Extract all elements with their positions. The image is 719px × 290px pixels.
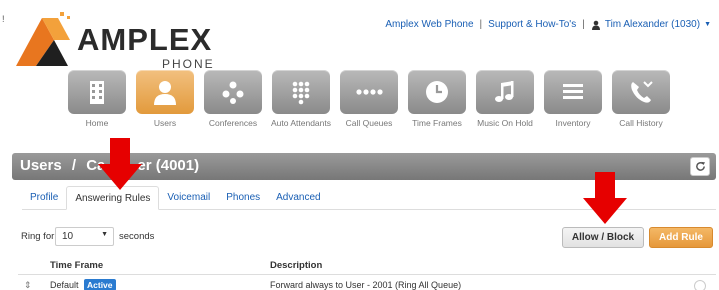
nav-item-call-history[interactable]: Call History (607, 70, 675, 128)
ring-for-label: Ring for (21, 231, 55, 242)
user-icon (591, 20, 600, 30)
column-header-time-frame: Time Frame (50, 260, 104, 271)
header-links: Amplex Web Phone | Support & How-To's | … (385, 19, 711, 30)
keypad-icon (272, 70, 330, 114)
building-icon (68, 70, 126, 114)
link-separator: | (582, 19, 585, 30)
nav-item-auto-attendants[interactable]: Auto Attendants (267, 70, 335, 128)
ring-seconds-value: 10 (62, 231, 74, 242)
nav-label: Users (153, 118, 177, 128)
nav-label: Conferences (208, 118, 258, 128)
user-name: Tim Alexander (1030) (604, 19, 701, 30)
drag-handle-icon[interactable]: ⇕ (24, 280, 32, 290)
logo-wordmark: AMPLEX (77, 22, 213, 57)
nav-label: Music On Hold (477, 118, 533, 128)
red-arrow-icon (583, 172, 627, 224)
nav-item-users[interactable]: Users (131, 70, 199, 128)
refresh-button[interactable] (690, 157, 710, 176)
caret-down-icon: ▼ (704, 21, 711, 28)
nav-item-home[interactable]: Home (63, 70, 131, 128)
caret-down-icon: ▼ (101, 231, 108, 238)
allow-block-button[interactable]: Allow / Block (562, 227, 644, 248)
queue-dots-icon (340, 70, 398, 114)
nav-label: Call Queues (345, 118, 393, 128)
logo-mark-icon (16, 12, 70, 66)
main-nav: Home Users Conferences Auto Attendants C… (63, 70, 675, 128)
row-action-circle-icon[interactable] (694, 280, 706, 290)
nav-item-inventory[interactable]: Inventory (539, 70, 607, 128)
nav-label: Time Frames (412, 118, 462, 128)
tab-phones[interactable]: Phones (218, 186, 268, 210)
clock-icon (408, 70, 466, 114)
breadcrumb-users[interactable]: Users (20, 157, 62, 174)
tab-voicemail[interactable]: Voicemail (159, 186, 218, 210)
status-badge: Active (84, 279, 116, 290)
tab-advanced[interactable]: Advanced (268, 186, 328, 210)
tab-profile[interactable]: Profile (22, 186, 66, 210)
web-phone-link[interactable]: Amplex Web Phone (385, 19, 473, 30)
nav-item-music-on-hold[interactable]: Music On Hold (471, 70, 539, 128)
user-menu[interactable]: Tim Alexander (1030) ▼ (591, 19, 711, 30)
corner-mark: ! (2, 14, 5, 24)
ring-unit-label: seconds (119, 231, 155, 242)
column-header-description: Description (270, 260, 323, 271)
red-arrow-icon (98, 138, 142, 190)
breadcrumb-separator: / (71, 157, 77, 174)
nav-label: Home (85, 118, 109, 128)
nav-label: Auto Attendants (270, 118, 332, 128)
nav-item-call-queues[interactable]: Call Queues (335, 70, 403, 128)
phone-history-icon (612, 70, 670, 114)
refresh-icon (695, 161, 705, 171)
support-link[interactable]: Support & How-To's (488, 19, 576, 30)
logo-subtitle: PHONE (162, 57, 215, 71)
ring-seconds-select[interactable]: 10 ▼ (55, 227, 114, 246)
conference-icon (204, 70, 262, 114)
nav-item-time-frames[interactable]: Time Frames (403, 70, 471, 128)
time-frame-cell: Default (50, 280, 79, 290)
table-row[interactable]: ⇕ Default Active Forward always to User … (18, 277, 716, 290)
nav-item-conferences[interactable]: Conferences (199, 70, 267, 128)
add-rule-button[interactable]: Add Rule (649, 227, 713, 248)
description-cell: Forward always to User - 2001 (Ring All … (270, 280, 462, 290)
link-separator: | (479, 19, 483, 30)
rules-table-header: Time Frame Description (18, 257, 716, 275)
user-icon (136, 70, 194, 114)
music-note-icon (476, 70, 534, 114)
nav-label: Inventory (555, 118, 591, 128)
list-icon (544, 70, 602, 114)
nav-label: Call History (619, 118, 663, 128)
amplex-logo[interactable]: AMPLEX PHONE (12, 10, 213, 71)
page-title-user-right: er (4001) (137, 157, 200, 174)
